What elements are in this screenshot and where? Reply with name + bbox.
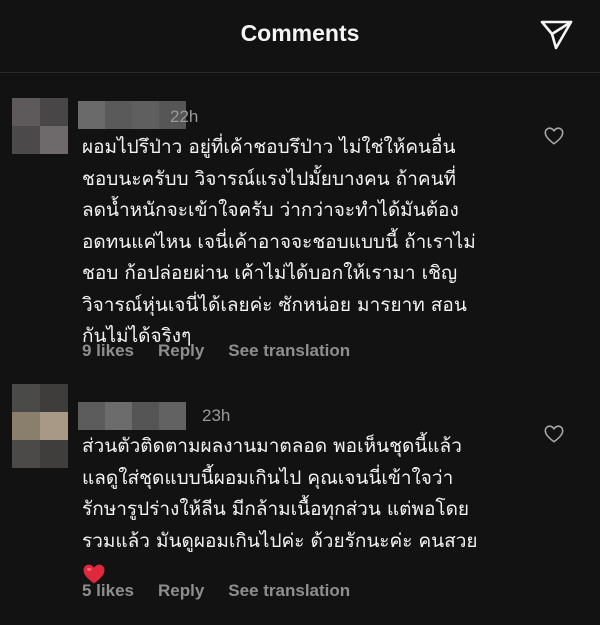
comment-text: ผอมไปรึป่าว อยู่ที่เค้าชอบรึป่าว ไม่ใช่ใ… bbox=[82, 132, 522, 353]
heart-outline-icon bbox=[544, 425, 564, 443]
comment-actions: 5 likes Reply See translation bbox=[82, 581, 350, 601]
comment-line: ผอมไปรึป่าว อยู่ที่เค้าชอบรึป่าว ไม่ใช่ใ… bbox=[82, 136, 456, 158]
likes-count[interactable]: 5 likes bbox=[82, 581, 134, 601]
comment-actions: 9 likes Reply See translation bbox=[82, 341, 350, 361]
comment-line: รวมแล้ว มันดูผอมเกินไปค่ะ ด้วยรักนะค่ะ ค… bbox=[82, 529, 478, 552]
avatar[interactable] bbox=[12, 98, 68, 154]
header-divider bbox=[0, 72, 600, 73]
like-button[interactable] bbox=[543, 125, 565, 147]
comment-line: อดทนแค่ไหน เจนี่เค้าอาจจะชอบแบบนี้ ถ้าเร… bbox=[82, 230, 476, 253]
comment-line: ชอบ ก้อปล่อยผ่าน เค้าไม่ได้บอกให้เรามา เ… bbox=[82, 262, 458, 284]
likes-count[interactable]: 9 likes bbox=[82, 341, 134, 361]
comment-line: ลดน้ำหนักจะเข้าใจครับ ว่ากว่าจะทำได้มันต… bbox=[82, 199, 459, 221]
comment-line: ชอบนะครับบ วิจารณ์แรงไปมั้ยบางคน ถ้าคนที… bbox=[82, 167, 457, 190]
page-title: Comments bbox=[240, 20, 360, 46]
reply-button[interactable]: Reply bbox=[158, 341, 204, 361]
see-translation-button[interactable]: See translation bbox=[228, 341, 350, 361]
avatar-lower-blur bbox=[12, 440, 68, 468]
like-button[interactable] bbox=[543, 423, 565, 445]
comment-line: รักษารูปร่างให้ลีน มีกล้ามเนื้อทุกส่วน แ… bbox=[82, 498, 470, 520]
share-button[interactable] bbox=[538, 16, 574, 52]
comment-line: แลดูใส่ชุดแบบนี้ผอมเกินไป คุณเจนนี่เข้าใ… bbox=[82, 466, 454, 489]
comment-timestamp: 22h bbox=[170, 107, 199, 126]
comments-header: Comments bbox=[0, 0, 600, 72]
see-translation-button[interactable]: See translation bbox=[228, 581, 350, 601]
paper-plane-icon bbox=[540, 20, 573, 50]
comment-timestamp: 23h bbox=[202, 406, 231, 425]
comment-text: ส่วนตัวติดตามผลงานมาตลอด พอเห็นชุดนี้แล้… bbox=[82, 431, 522, 586]
comment-line: ส่วนตัวติดตามผลงานมาตลอด พอเห็นชุดนี้แล้… bbox=[82, 435, 462, 457]
heart-outline-icon bbox=[544, 127, 564, 145]
username-redacted[interactable] bbox=[78, 402, 186, 430]
avatar[interactable] bbox=[12, 384, 68, 440]
reply-button[interactable]: Reply bbox=[158, 581, 204, 601]
comment-line: วิจารณ์หุ่นเจนี่ได้เลยค่ะ ซักหน่อย มารยา… bbox=[82, 293, 467, 316]
